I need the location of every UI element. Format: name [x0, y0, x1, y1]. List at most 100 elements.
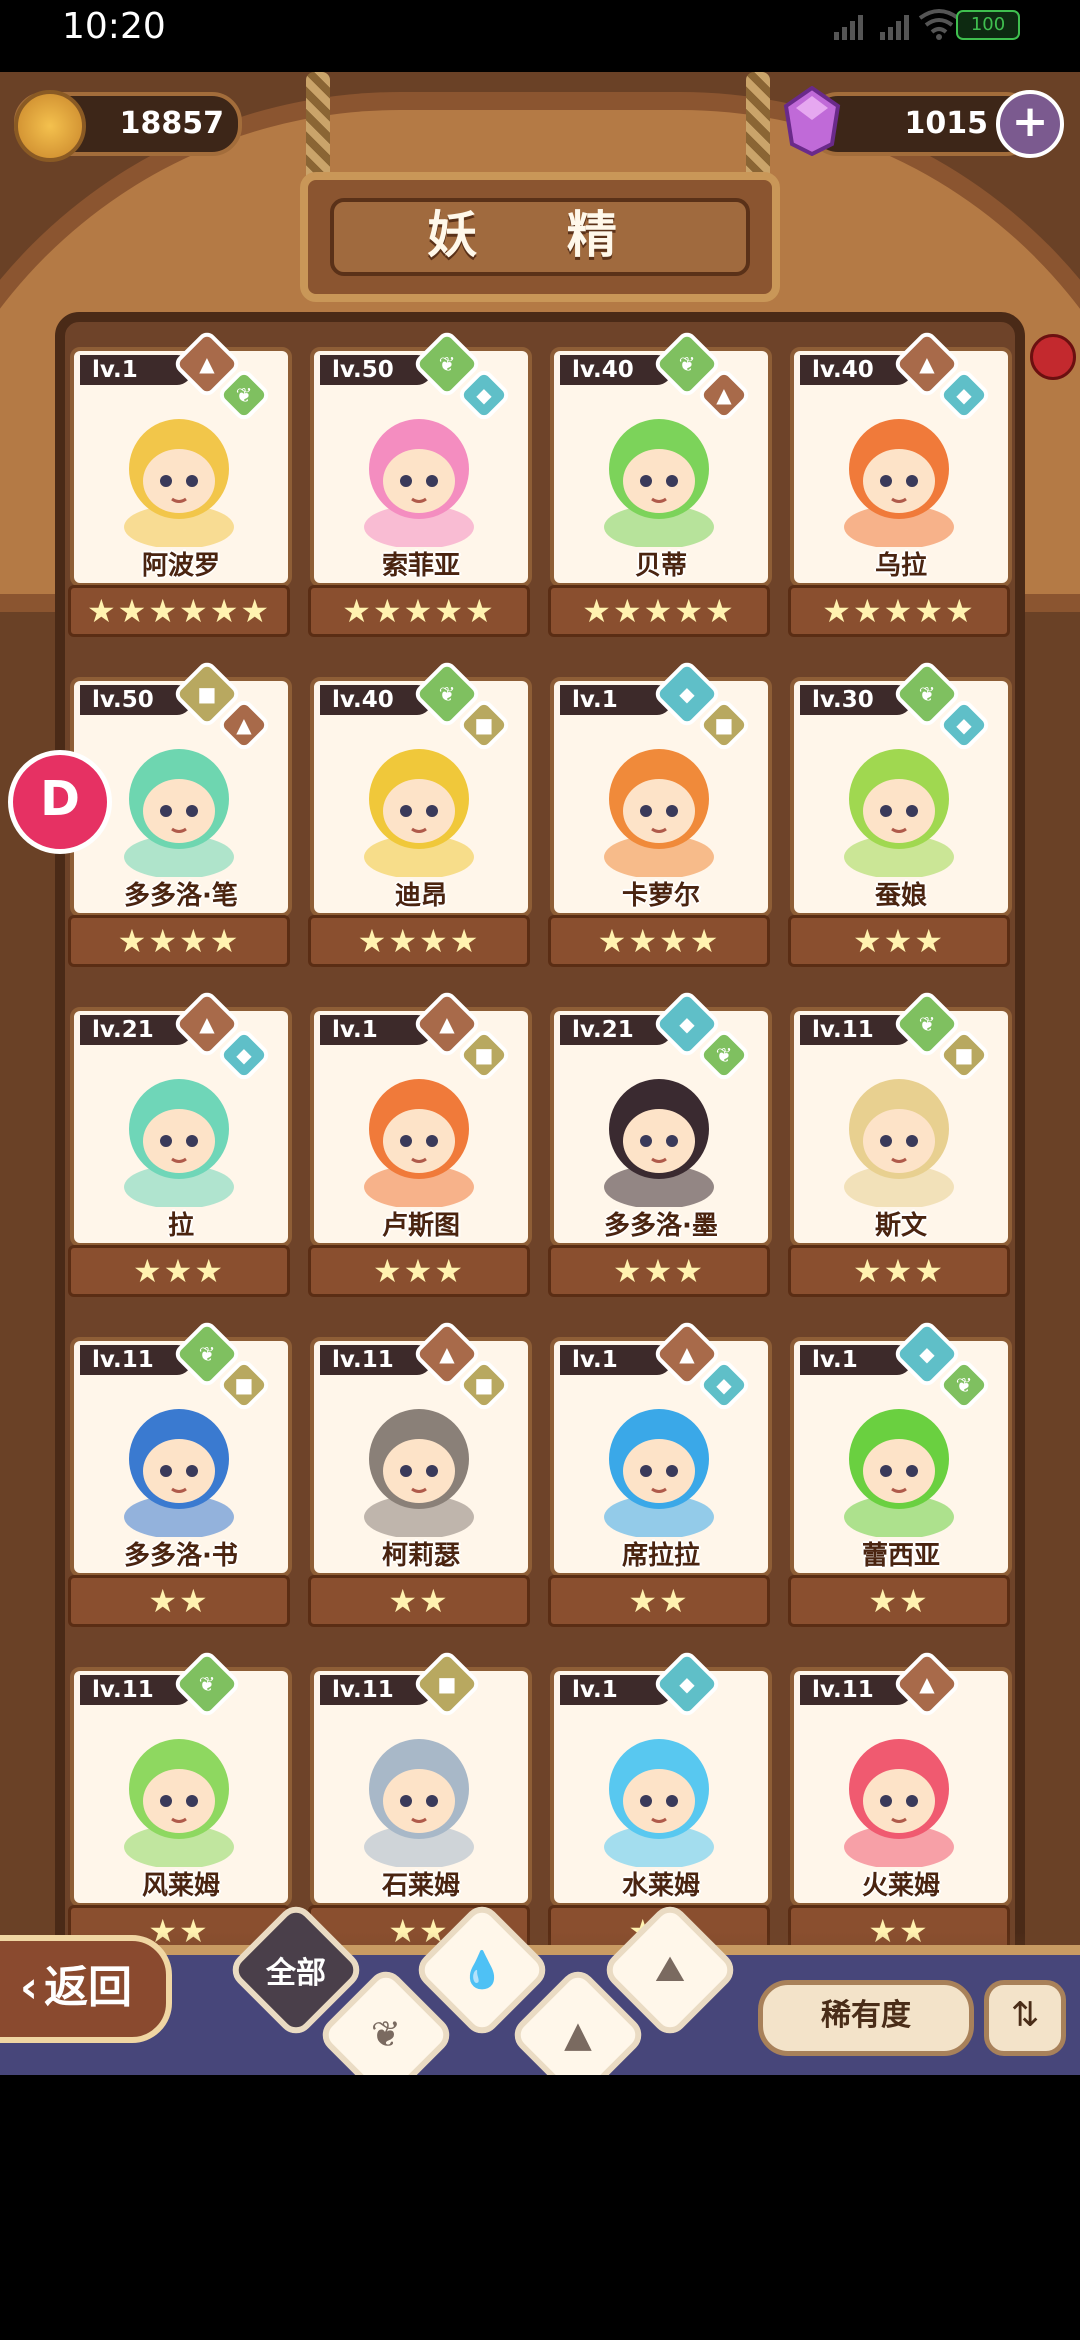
star-rating: ★★★★★ — [308, 585, 530, 637]
coin-icon — [14, 90, 86, 162]
fairy-card[interactable]: lv.11 火莱姆 ▲ ★★ — [788, 1648, 1012, 1961]
star-rating: ★★★★ — [548, 915, 770, 967]
fairy-card[interactable]: lv.50 索菲亚 ❦ ◆ ★★★★★ — [308, 328, 532, 641]
coin-counter: 18857 — [14, 90, 242, 162]
star-rating: ★★ — [308, 1575, 530, 1627]
fairy-portrait — [604, 419, 714, 547]
card-name: 斯文 — [874, 1211, 927, 1241]
signal-icon — [834, 15, 863, 40]
star-rating: ★★★ — [68, 1245, 290, 1297]
leaf-icon: ❦ — [370, 2014, 402, 2056]
card-name: 多多洛·墨 — [604, 1211, 718, 1241]
fairy-portrait — [364, 749, 474, 877]
fairy-card[interactable]: lv.1 阿波罗 ▲ ❦ ★★★★★★ — [68, 328, 292, 641]
fairy-portrait — [124, 749, 234, 877]
card-frame: lv.11 石莱姆 — [310, 1667, 532, 1907]
star-rating: ★★★★★ — [788, 585, 1010, 637]
battery-indicator: 100 — [956, 10, 1020, 40]
card-name: 柯莉瑟 — [381, 1541, 460, 1571]
gem-value: 1015 — [904, 106, 989, 141]
fairy-card[interactable]: lv.40 乌拉 ▲ ◆ ★★★★★ — [788, 328, 1012, 641]
back-label: 返回 — [44, 1962, 133, 2013]
card-name: 卢斯图 — [381, 1211, 460, 1241]
chevron-left-icon: ‹ — [19, 1962, 39, 2013]
fairy-card[interactable]: lv.11 柯莉瑟 ▲ ■ ★★ — [308, 1318, 532, 1631]
fairy-portrait — [844, 419, 954, 547]
volcano-icon: ⛰ — [654, 1949, 686, 1990]
card-name: 索菲亚 — [381, 551, 460, 581]
wifi-icon — [918, 9, 960, 40]
card-name: 席拉拉 — [621, 1541, 700, 1571]
fairy-card[interactable]: lv.21 多多洛·墨 ◆ ❦ ★★★ — [548, 988, 772, 1301]
fairy-portrait — [364, 1409, 474, 1537]
floating-app-logo-icon[interactable]: D — [8, 750, 112, 854]
star-rating: ★★★★★★ — [68, 585, 290, 637]
fairy-portrait — [604, 1409, 714, 1537]
card-frame: lv.11 风莱姆 — [70, 1667, 292, 1907]
page-title: 妖 精 — [330, 198, 750, 276]
star-rating: ★★★ — [788, 915, 1010, 967]
back-button[interactable]: ‹ 返回 — [0, 1935, 172, 2043]
fairy-portrait — [844, 1409, 954, 1537]
fairy-card[interactable]: lv.1 卡萝尔 ◆ ■ ★★★★ — [548, 658, 772, 971]
fairy-card[interactable]: lv.40 贝蒂 ❦ ▲ ★★★★★ — [548, 328, 772, 641]
fairy-portrait — [844, 749, 954, 877]
card-name: 贝蒂 — [634, 551, 687, 581]
fairy-card[interactable]: lv.11 风莱姆 ❦ ★★ — [68, 1648, 292, 1961]
empty-area — [0, 2075, 1080, 2340]
fairy-card[interactable]: lv.1 席拉拉 ▲ ◆ ★★ — [548, 1318, 772, 1631]
sort-order-button[interactable]: ⇅ — [984, 1980, 1066, 2056]
card-name: 多多洛·书 — [124, 1541, 238, 1571]
star-rating: ★★★ — [788, 1245, 1010, 1297]
fairy-portrait — [604, 1079, 714, 1207]
sort-icon: ⇅ — [1010, 1995, 1040, 2035]
ladybug-icon[interactable] — [1030, 334, 1076, 380]
fairy-card[interactable]: lv.11 斯文 ❦ ■ ★★★ — [788, 988, 1012, 1301]
fairy-card[interactable]: lv.40 迪昂 ❦ ■ ★★★★ — [308, 658, 532, 971]
fairy-portrait — [844, 1079, 954, 1207]
title-plaque: 妖 精 — [300, 172, 780, 302]
fairy-portrait — [124, 1079, 234, 1207]
star-rating: ★★ — [68, 1575, 290, 1627]
fairy-card[interactable]: lv.30 蚕娘 ❦ ◆ ★★★ — [788, 658, 1012, 971]
rarity-sort-button[interactable]: 稀有度 — [758, 1980, 974, 2056]
gem-icon — [783, 86, 841, 156]
add-gems-button[interactable]: + — [996, 90, 1064, 158]
water-drop-icon: 💧 — [459, 1950, 505, 1991]
game-screen: 18857 1015 + 妖 精 lv.1 阿波罗 ▲ ❦ ★★★★★★ lv.50 索菲亚… — [0, 72, 1080, 2067]
star-rating: ★★★★★ — [548, 585, 770, 637]
fairy-portrait — [604, 1739, 714, 1867]
card-name: 迪昂 — [394, 881, 447, 911]
mountain-icon: ▲ — [564, 2014, 592, 2056]
signal-hd-icon — [880, 15, 909, 40]
card-name: 水莱姆 — [621, 1871, 700, 1901]
fairy-portrait — [124, 1409, 234, 1537]
fairy-card[interactable]: lv.11 多多洛·书 ❦ ■ ★★ — [68, 1318, 292, 1631]
star-rating: ★★ — [788, 1575, 1010, 1627]
coin-value: 18857 — [119, 106, 224, 141]
card-name: 乌拉 — [874, 551, 927, 581]
fairy-card[interactable]: lv.21 拉 ▲ ◆ ★★★ — [68, 988, 292, 1301]
card-name: 蚕娘 — [874, 881, 927, 911]
status-time: 10:20 — [62, 6, 166, 47]
card-name: 石莱姆 — [381, 1871, 460, 1901]
card-name: 蕾西亚 — [861, 1541, 940, 1571]
star-rating: ★★ — [548, 1575, 770, 1627]
fairy-card[interactable]: lv.1 蕾西亚 ◆ ❦ ★★ — [788, 1318, 1012, 1631]
status-bar: 10:20 100 — [0, 0, 1080, 72]
card-name: 卡萝尔 — [621, 881, 700, 911]
star-rating: ★★★ — [548, 1245, 770, 1297]
fairy-card[interactable]: lv.1 卢斯图 ▲ ■ ★★★ — [308, 988, 532, 1301]
gem-counter: 1015 + — [783, 86, 1064, 158]
card-name: 拉 — [167, 1211, 194, 1241]
card-name: 火莱姆 — [861, 1871, 940, 1901]
card-frame: lv.1 水莱姆 — [550, 1667, 772, 1907]
star-rating: ★★★★ — [308, 915, 530, 967]
fairy-portrait — [124, 419, 234, 547]
fairy-portrait — [604, 749, 714, 877]
star-rating: ★★★ — [308, 1245, 530, 1297]
fairy-portrait — [844, 1739, 954, 1867]
fairy-portrait — [364, 419, 474, 547]
filter-all-label: 全部 — [266, 1956, 326, 1991]
card-frame: lv.11 火莱姆 — [790, 1667, 1012, 1907]
